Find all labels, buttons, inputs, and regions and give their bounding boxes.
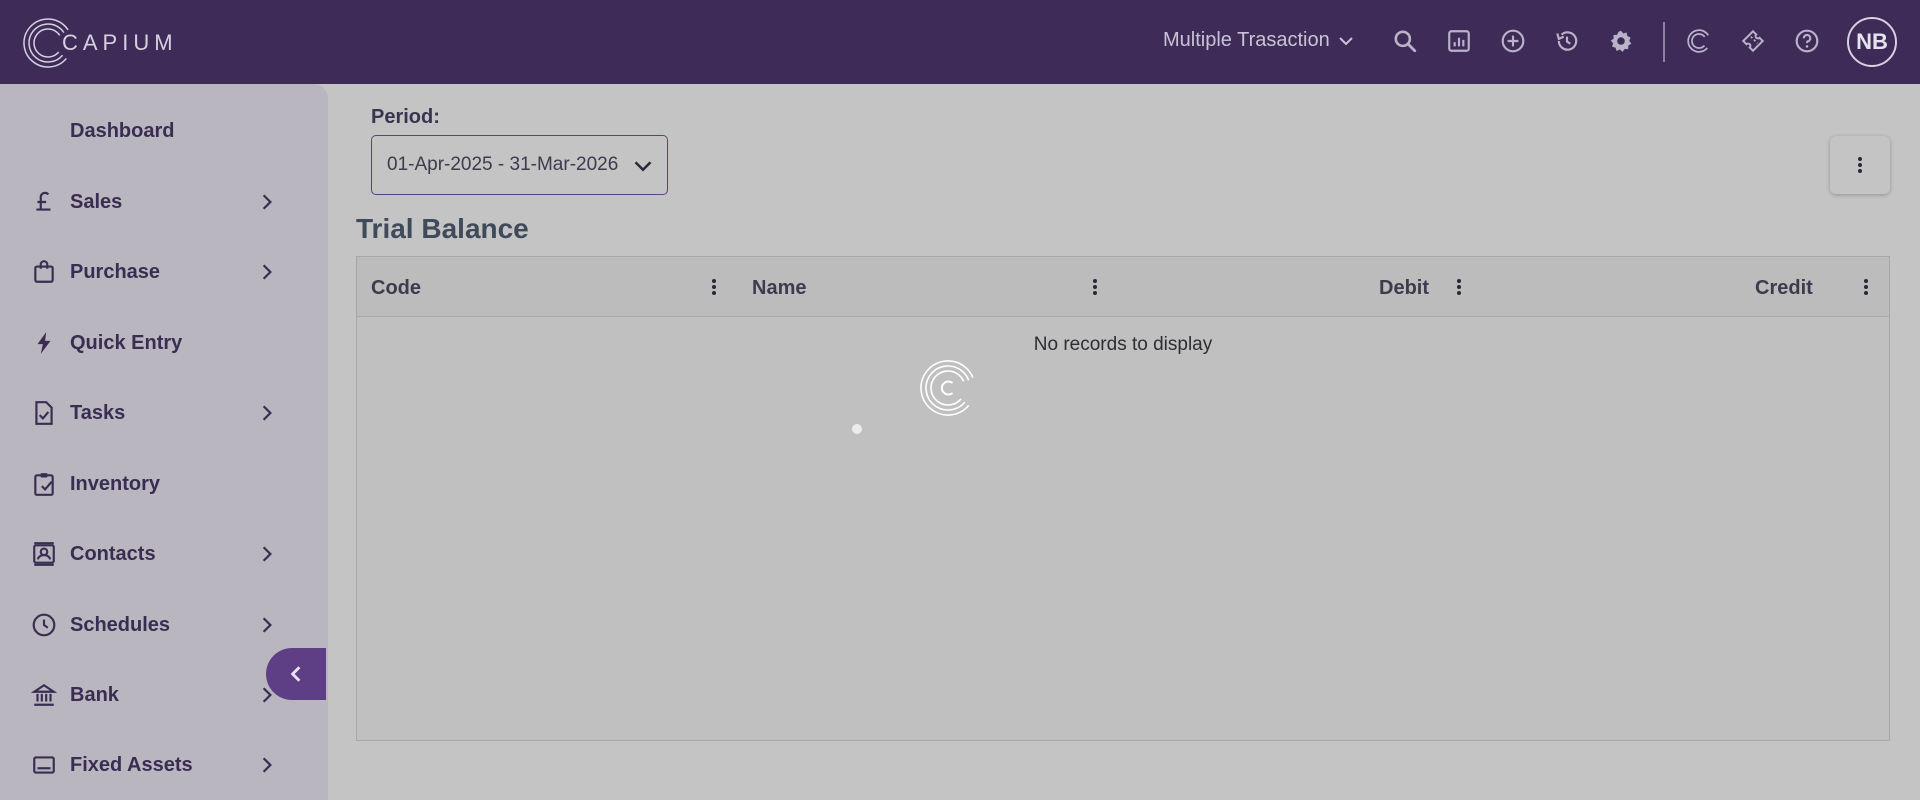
period-label: Period: <box>371 106 440 128</box>
sidebar-item-label: Sales <box>70 190 123 213</box>
report-icon[interactable] <box>1444 26 1474 56</box>
settings-icon[interactable] <box>1606 26 1636 56</box>
column-header-code[interactable]: Code <box>371 277 421 300</box>
trial-balance-table: Code Name Debit Credit No records to dis… <box>356 256 1890 741</box>
chevron-down-icon <box>1339 36 1353 45</box>
contact-card-icon <box>30 540 58 568</box>
column-menu-icon[interactable] <box>706 275 722 299</box>
task-icon <box>30 399 58 427</box>
sidebar-item-quick-entry[interactable]: Quick Entry <box>0 318 300 368</box>
sidebar-item-label: Contacts <box>70 542 156 565</box>
column-menu-icon[interactable] <box>1087 275 1103 299</box>
sidebar-item-bank[interactable]: Bank <box>0 670 300 720</box>
sidebar-item-label: Dashboard <box>70 119 175 142</box>
chevron-right-icon <box>262 194 272 210</box>
chevron-right-icon <box>262 617 272 633</box>
period-select[interactable]: 01-Apr-2025 - 31-Mar-2026 <box>371 135 668 195</box>
sidebar-item-purchase[interactable]: Purchase <box>0 247 300 297</box>
laptop-icon <box>30 751 58 779</box>
bolt-icon <box>30 329 58 357</box>
sidebar-item-fixed-assets[interactable]: Fixed Assets <box>0 740 300 790</box>
pound-icon <box>30 188 58 216</box>
capium-logo[interactable]: CAPIUM <box>22 17 178 69</box>
chevron-down-icon <box>634 161 652 172</box>
transaction-type-label: Multiple Trasaction <box>1163 29 1330 51</box>
loading-spinner-icon <box>920 360 976 416</box>
column-header-credit[interactable]: Credit <box>1755 277 1813 300</box>
bank-icon <box>30 681 58 709</box>
sidebar-item-label: Schedules <box>70 613 171 636</box>
column-menu-icon[interactable] <box>1451 275 1467 299</box>
more-options-button[interactable] <box>1830 136 1890 194</box>
history-icon[interactable] <box>1552 26 1582 56</box>
sidebar-item-dashboard[interactable]: Dashboard <box>0 106 300 156</box>
sidebar-item-tasks[interactable]: Tasks <box>0 388 300 438</box>
kebab-menu-icon <box>1858 157 1862 173</box>
ticket-icon[interactable] <box>1738 26 1768 56</box>
sidebar-item-sales[interactable]: Sales <box>0 177 300 227</box>
shopping-bag-icon <box>30 258 58 286</box>
search-icon[interactable] <box>1390 26 1420 56</box>
transaction-type-select[interactable]: Multiple Trasaction <box>1163 29 1354 52</box>
sidebar-item-label: Fixed Assets <box>70 753 193 776</box>
chevron-right-icon <box>262 264 272 280</box>
period-value: 01-Apr-2025 - 31-Mar-2026 <box>387 154 619 175</box>
sidebar-item-label: Tasks <box>70 401 126 424</box>
sidebar-item-inventory[interactable]: Inventory <box>0 459 300 509</box>
sidebar-collapse-button[interactable] <box>266 648 326 700</box>
page-title: Trial Balance <box>356 213 529 244</box>
column-header-debit[interactable]: Debit <box>1379 277 1429 300</box>
chevron-right-icon <box>262 405 272 421</box>
sidebar-item-label: Quick Entry <box>70 331 183 354</box>
chevron-right-icon <box>262 546 272 562</box>
sidebar-item-label: Bank <box>70 683 119 706</box>
sidebar-item-contacts[interactable]: Contacts <box>0 529 300 579</box>
top-bar-divider <box>1663 22 1665 62</box>
top-bar: CAPIUM Multiple Trasaction NB <box>0 0 1920 84</box>
sidebar-item-label: Inventory <box>70 472 161 495</box>
sidebar-item-schedules[interactable]: Schedules <box>0 600 300 650</box>
clipboard-check-icon <box>30 470 58 498</box>
user-avatar[interactable]: NB <box>1847 17 1897 67</box>
clock-icon <box>30 611 58 639</box>
loading-dot <box>852 424 862 434</box>
column-header-name[interactable]: Name <box>752 277 806 300</box>
add-circle-icon[interactable] <box>1498 26 1528 56</box>
column-menu-icon[interactable] <box>1858 275 1874 299</box>
empty-table-message: No records to display <box>1033 334 1213 355</box>
table-header: Code Name Debit Credit <box>357 257 1889 317</box>
capium-c-icon[interactable] <box>1684 26 1714 56</box>
chevron-right-icon <box>262 757 272 773</box>
help-icon[interactable] <box>1792 26 1822 56</box>
sidebar-item-label: Purchase <box>70 260 161 283</box>
logo-text: CAPIUM <box>62 30 178 55</box>
chevron-left-icon <box>290 666 301 682</box>
